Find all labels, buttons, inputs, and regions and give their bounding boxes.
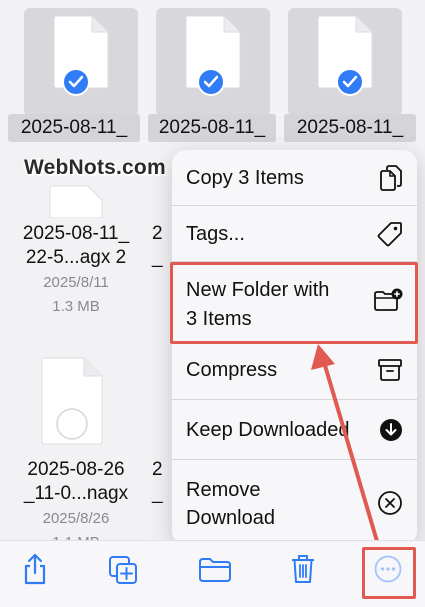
file-name-5-line2[interactable]: _: [152, 246, 172, 270]
file-name-2[interactable]: 2025-08-11_: [148, 114, 276, 142]
file-name-6-line2[interactable]: _11-0...nagx: [12, 482, 140, 506]
selected-check-icon[interactable]: [336, 68, 364, 96]
file-name-7-line1[interactable]: 2: [152, 458, 172, 482]
share-icon[interactable]: [22, 553, 48, 585]
file-size-4: 1.3 MB: [52, 298, 100, 315]
copy-icon: [380, 165, 402, 191]
folder-icon[interactable]: [198, 557, 232, 583]
file-name-4-line1[interactable]: 2025-08-11_: [12, 222, 140, 246]
file-name-4-line2[interactable]: 22-5...agx 2: [12, 246, 140, 270]
menu-item-copy[interactable]: Copy 3 Items: [172, 150, 417, 206]
menu-item-label-line2: Download: [186, 507, 275, 529]
selected-check-icon[interactable]: [197, 68, 225, 96]
file-date-4: 2025/8/11: [43, 274, 109, 291]
menu-item-label-line1: Remove: [186, 479, 261, 501]
file-date-6: 2025/8/26: [42, 510, 110, 527]
selected-check-icon[interactable]: [62, 68, 90, 96]
menu-item-label: Compress: [186, 359, 278, 381]
file-size-6: 1.1 MB: [12, 532, 140, 540]
menu-item-label: Tags...: [186, 223, 245, 245]
menu-item-label: Copy 3 Items: [186, 167, 304, 189]
trash-icon[interactable]: [290, 553, 316, 585]
document-icon[interactable]: [40, 356, 104, 446]
file-name-6-line1[interactable]: 2025-08-26: [12, 458, 140, 482]
bottom-toolbar: [0, 540, 425, 607]
annotation-arrow: [311, 344, 384, 560]
menu-item-tags[interactable]: Tags...: [172, 206, 417, 262]
duplicate-icon[interactable]: [108, 555, 138, 585]
document-icon[interactable]: [48, 184, 104, 218]
file-name-3[interactable]: 2025-08-11_: [284, 114, 416, 142]
file-name-1[interactable]: 2025-08-11_: [8, 114, 140, 142]
watermark-logo: WebNots.com: [24, 156, 166, 179]
tag-icon: [377, 222, 402, 247]
more-button-highlight: [362, 547, 416, 599]
file-name-7-line2[interactable]: _: [152, 482, 172, 506]
file-name-5-line1[interactable]: 2: [152, 222, 172, 246]
highlight-box: [170, 262, 418, 344]
